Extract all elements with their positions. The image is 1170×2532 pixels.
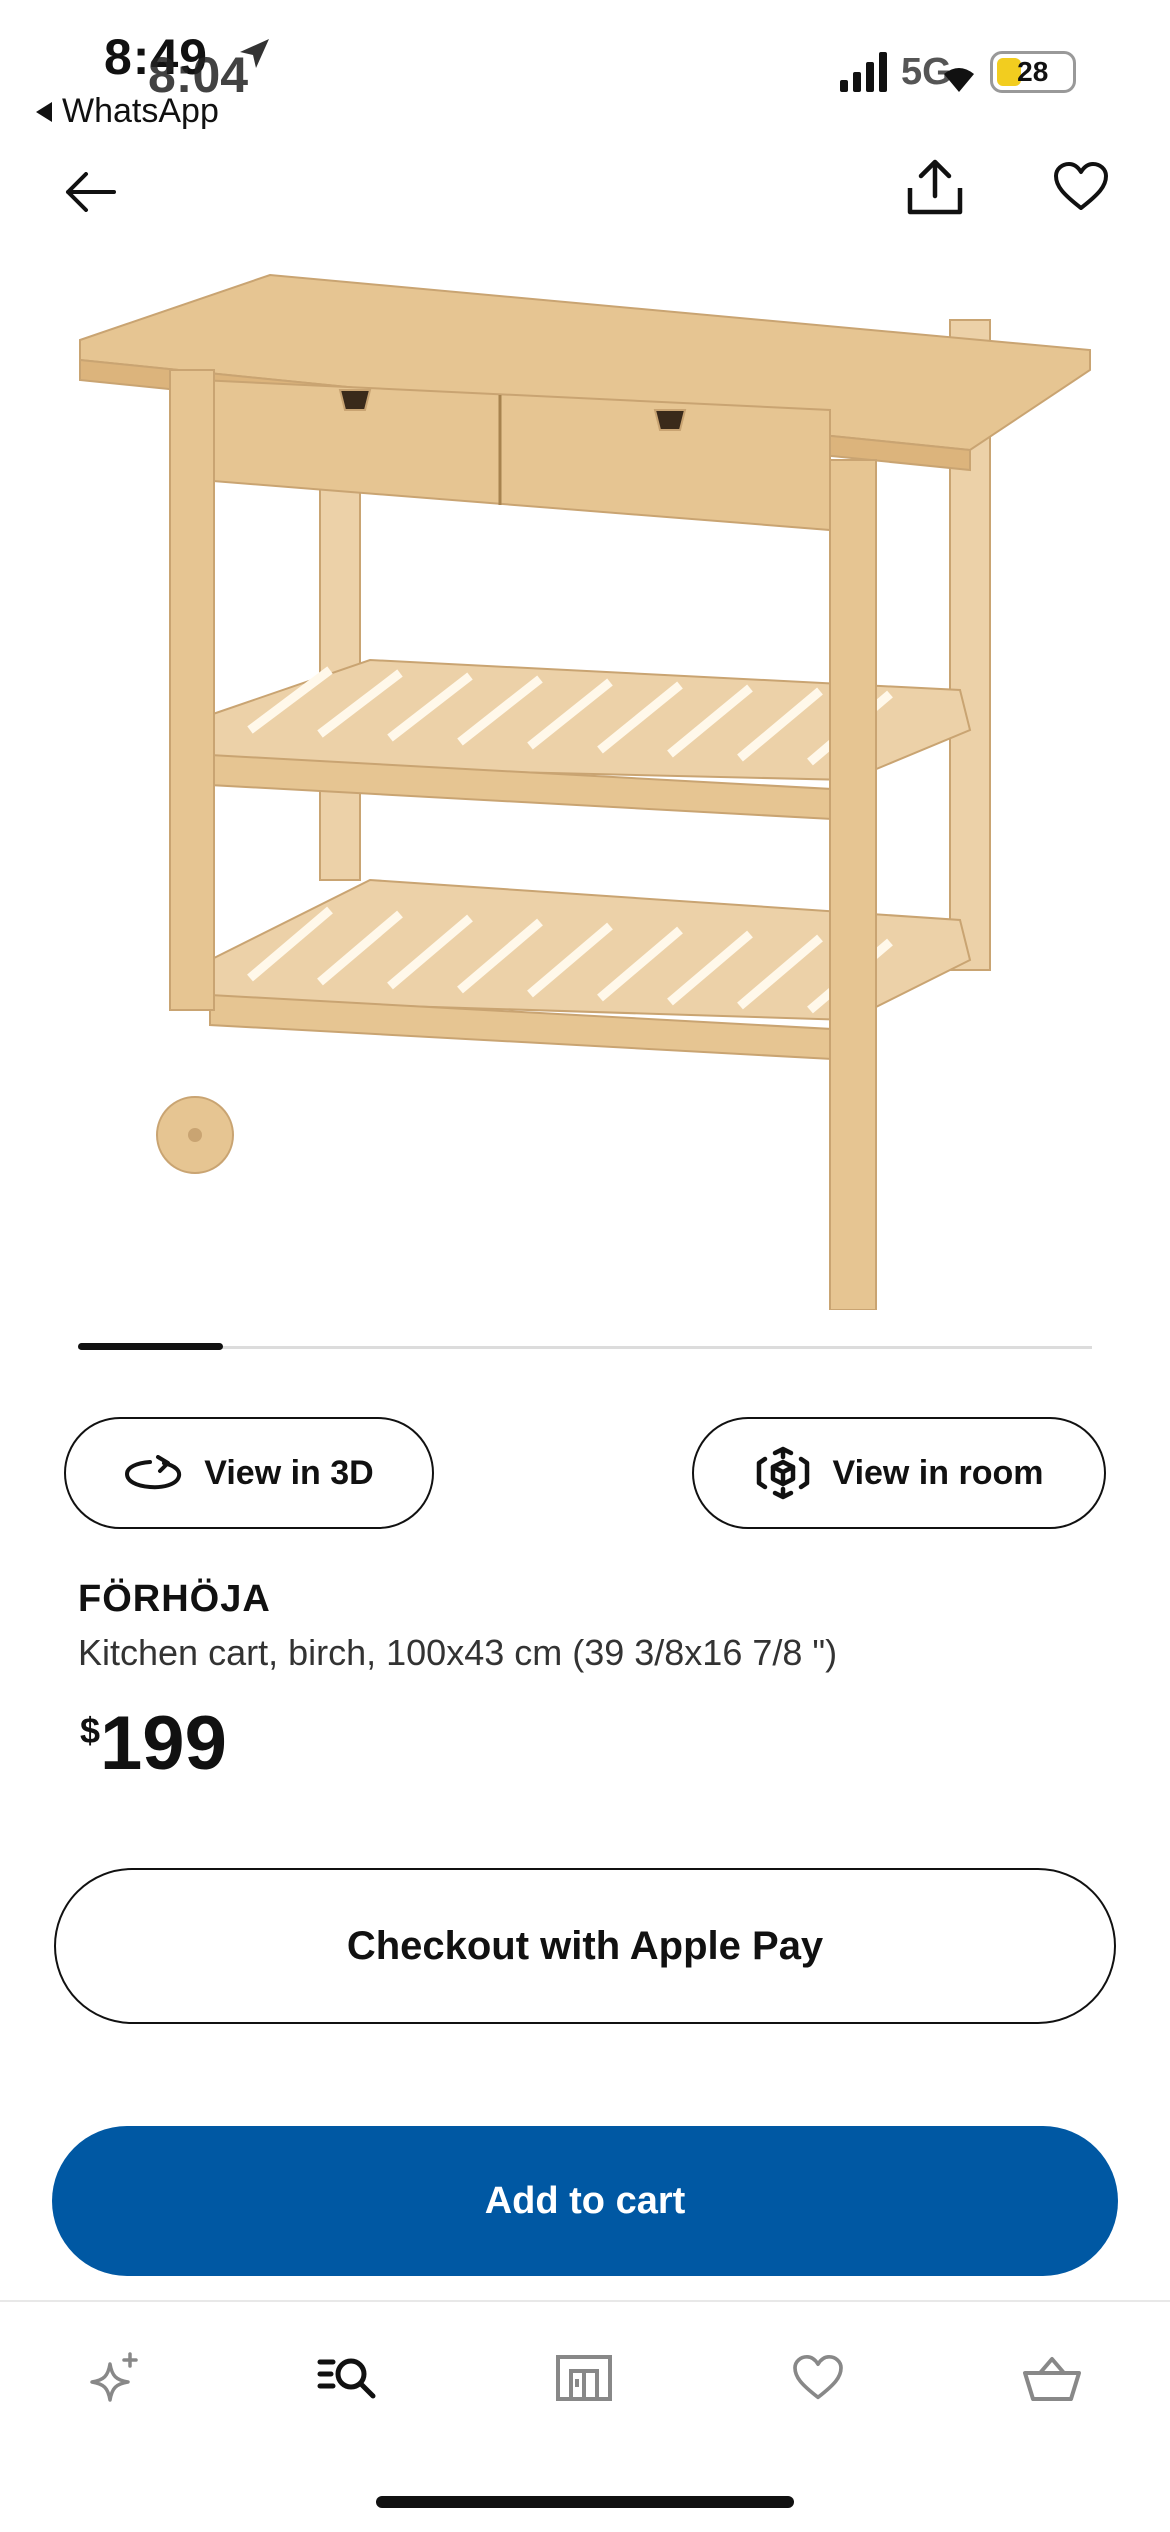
gallery-progress-track bbox=[78, 1346, 1092, 1349]
search-list-icon bbox=[317, 2358, 376, 2399]
apple-pay-label: Checkout with Apple Pay bbox=[346, 1923, 824, 1968]
store-icon bbox=[556, 2355, 612, 2401]
tab-stores[interactable] bbox=[544, 2338, 624, 2418]
status-icons: 5G 28 bbox=[840, 50, 1076, 94]
back-to-app-link[interactable]: WhatsApp bbox=[36, 92, 219, 131]
price-currency: $ bbox=[80, 1710, 101, 1751]
rotate-3d-icon bbox=[125, 1455, 182, 1490]
battery-level: 28 bbox=[1017, 56, 1049, 87]
back-triangle-icon bbox=[36, 101, 52, 122]
heart-icon bbox=[793, 2355, 843, 2400]
home-indicator[interactable] bbox=[376, 2496, 794, 2508]
product-description: Kitchen cart, birch, 100x43 cm (39 3/8x1… bbox=[78, 1632, 838, 1673]
battery-icon: 28 bbox=[989, 51, 1076, 93]
product-name: FÖRHÖJA bbox=[78, 1578, 271, 1620]
view-in-3d-label: View in 3D bbox=[204, 1453, 374, 1492]
add-to-cart-label: Add to cart bbox=[484, 2179, 686, 2222]
back-app-label: WhatsApp bbox=[62, 92, 219, 130]
view-in-room-button[interactable]: View in room bbox=[692, 1417, 1106, 1529]
tab-inspiration[interactable] bbox=[76, 2338, 156, 2418]
ar-cube-icon bbox=[756, 1446, 809, 1500]
price-value: 199 bbox=[100, 1701, 227, 1786]
arrow-left-icon bbox=[66, 172, 116, 212]
product-image[interactable] bbox=[70, 260, 1100, 1311]
basket-icon bbox=[1023, 2357, 1081, 2401]
tab-favourites[interactable] bbox=[778, 2338, 858, 2418]
product-price: $ 199 bbox=[80, 1700, 227, 1787]
share-icon bbox=[907, 159, 963, 215]
view-in-3d-button[interactable]: View in 3D bbox=[64, 1417, 434, 1529]
tab-cart[interactable] bbox=[1012, 2338, 1092, 2418]
wifi-icon bbox=[943, 68, 974, 92]
view-in-room-label: View in room bbox=[832, 1453, 1044, 1492]
share-button[interactable] bbox=[898, 150, 972, 224]
heart-icon bbox=[1054, 162, 1108, 210]
gallery-progress-indicator bbox=[78, 1343, 223, 1350]
back-button[interactable] bbox=[54, 156, 126, 228]
tab-search[interactable] bbox=[308, 2338, 388, 2418]
favourite-button[interactable] bbox=[1046, 152, 1116, 222]
add-to-cart-button[interactable]: Add to cart bbox=[52, 2126, 1118, 2276]
location-arrow-icon bbox=[236, 36, 272, 77]
checkout-apple-pay-button[interactable]: Checkout with Apple Pay bbox=[54, 1868, 1116, 2024]
sparkle-icon bbox=[90, 2352, 138, 2402]
signal-icon bbox=[840, 52, 887, 92]
